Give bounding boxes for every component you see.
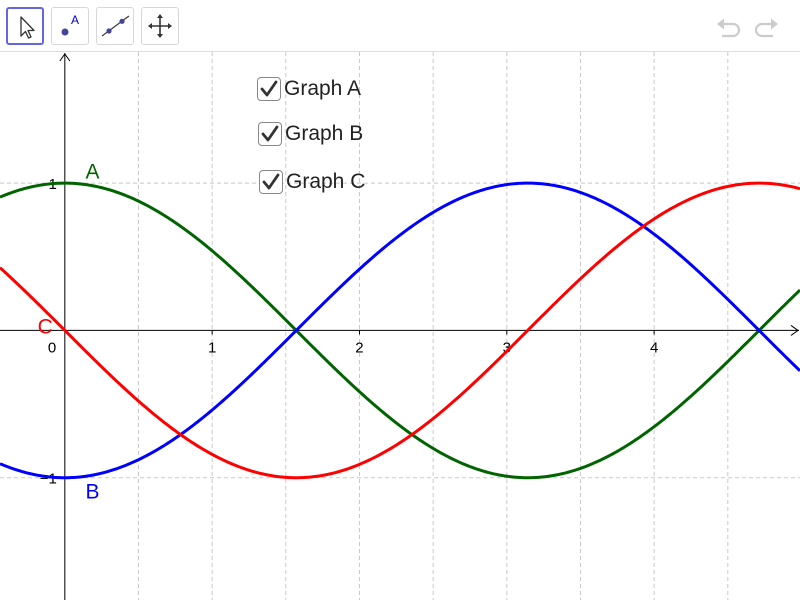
- point-icon: A: [61, 13, 79, 36]
- checkbox-label[interactable]: Graph B: [285, 122, 363, 146]
- undo-icon: [717, 18, 741, 38]
- check-icon: [262, 173, 280, 190]
- geogebra-app: A 0 1 2 3 4 1 −1 A B C Graph A Graph B G…: [0, 0, 800, 600]
- x-tick-label: 2: [355, 339, 363, 356]
- four-way-arrow-icon: [148, 14, 172, 38]
- x-tick-label: 4: [650, 339, 658, 356]
- move-tool-button[interactable]: [6, 7, 44, 45]
- line-through-two-points-icon: [101, 15, 130, 37]
- axes: 0: [0, 53, 799, 600]
- graphics-view[interactable]: 0 1 2 3 41−1 ABC: [0, 52, 800, 600]
- check-icon: [260, 80, 278, 97]
- line-tool-button[interactable]: [96, 7, 134, 45]
- graph-a-label: A: [85, 161, 99, 184]
- toolbar: A: [0, 0, 800, 52]
- point-icon-glyph: A: [71, 13, 79, 27]
- undo-button[interactable]: [713, 11, 745, 43]
- y-tick-label: −1: [40, 471, 57, 488]
- graph-labels: A B C: [38, 161, 100, 504]
- arrow-pointer-icon: [20, 16, 35, 39]
- checkbox-graph-c[interactable]: Graph C: [259, 168, 365, 196]
- point-tool-button[interactable]: A: [51, 7, 89, 45]
- checkbox-label[interactable]: Graph C: [286, 170, 365, 194]
- checkbox-box[interactable]: [259, 170, 283, 194]
- checkbox-label[interactable]: Graph A: [284, 77, 361, 101]
- graph-b-label: B: [85, 480, 99, 503]
- x-tick-label: 1: [208, 339, 216, 356]
- origin-label: 0: [48, 339, 56, 356]
- redo-button[interactable]: [750, 11, 782, 43]
- checkbox-box[interactable]: [257, 77, 281, 101]
- checkbox-box[interactable]: [258, 122, 282, 146]
- graph-c-label: C: [38, 315, 53, 338]
- check-icon: [261, 125, 279, 142]
- checkbox-graph-b[interactable]: Graph B: [258, 120, 363, 148]
- checkbox-graph-a[interactable]: Graph A: [257, 75, 361, 103]
- redo-icon: [754, 18, 778, 38]
- move-graphics-view-tool-button[interactable]: [141, 7, 179, 45]
- grid: [0, 52, 800, 600]
- tick-labels: 1 2 3 41−1: [40, 176, 659, 488]
